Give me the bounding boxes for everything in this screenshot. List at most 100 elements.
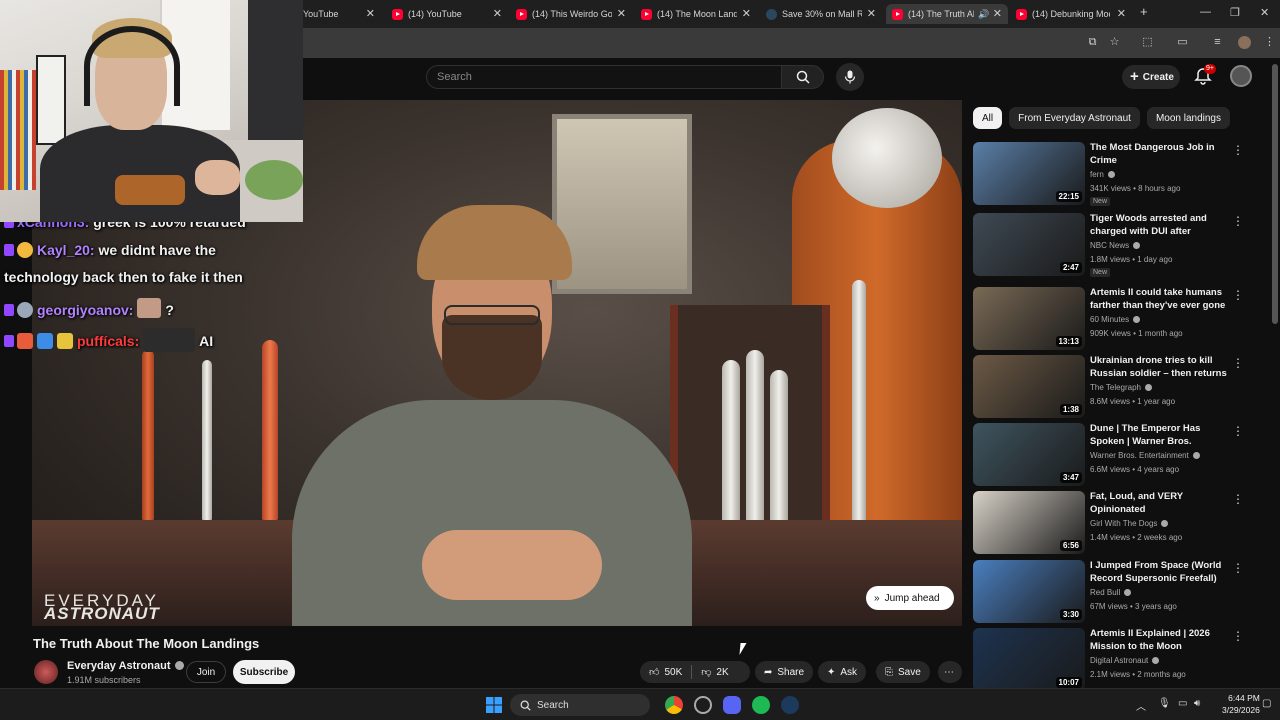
recommendation-channel[interactable]: fern [1090,170,1115,179]
recommendation-channel[interactable]: Girl With The Dogs [1090,519,1169,528]
microphone-tray-icon[interactable]: 🎙︎ [1158,698,1171,709]
channel-name[interactable]: Everyday Astronaut [67,660,171,672]
chip-all[interactable]: All [973,107,1003,129]
search-button[interactable] [782,65,824,89]
new-tab-button[interactable]: + [1140,4,1148,19]
channel-avatar[interactable] [34,660,58,684]
tray-chevron-icon[interactable]: ︿ [1136,698,1146,713]
more-actions-button[interactable]: ⋯ [938,661,962,683]
channel-name[interactable]: NBC News [1090,241,1129,250]
extensions-icon[interactable]: ⬚ [1141,36,1154,49]
page-scrollbar[interactable] [1272,60,1278,684]
subscribe-button[interactable]: Subscribe [233,660,295,684]
recommendation-item[interactable]: 6:56 Fat, Loud, and VERY Opinionated Girl … [973,491,1268,555]
more-vertical-icon[interactable]: ⋮ [1232,357,1244,371]
browser-tab-active[interactable]: (14) The Truth Ab 🔊 ✕ [886,4,1008,24]
browser-tab[interactable]: YouTube ✕ [303,4,381,24]
more-vertical-icon[interactable]: ⋮ [1232,215,1244,229]
create-button[interactable]: + Create [1122,65,1180,89]
browser-menu-icon[interactable]: ⋮ [1263,36,1276,49]
channel-name[interactable]: Warner Bros. Entertainment [1090,451,1189,460]
more-vertical-icon[interactable]: ⋮ [1232,493,1244,507]
voice-search-button[interactable] [836,63,864,91]
windows-start-icon[interactable] [485,696,503,714]
recommendation-title[interactable]: The Most Dangerous Job in Crime [1090,142,1230,167]
speaker-icon[interactable]: 🔊 [978,9,989,20]
close-tab-icon[interactable]: ✕ [366,7,375,20]
channel-name[interactable]: Red Bull [1090,588,1120,597]
recommendation-item[interactable]: 13:13 Artemis II could take humans farthe… [973,287,1268,351]
recommendation-item[interactable]: 2:47 Tiger Woods arrested and charged wit… [973,213,1268,277]
ask-button[interactable]: ✦ Ask [818,661,867,683]
video-thumbnail[interactable]: 1:38 [973,355,1085,418]
save-button[interactable]: ⎘ Save [876,661,930,683]
jump-ahead-button[interactable]: » Jump ahead [866,586,954,610]
recommendation-title[interactable]: Dune | The Emperor Has Spoken | Warner B… [1090,423,1230,449]
close-window-icon[interactable]: ✕ [1260,6,1269,19]
browser-tab[interactable]: (14) The Moon Landin ✕ [641,4,757,24]
notification-center-icon[interactable]: ▢ [1262,698,1271,709]
recommendation-item[interactable]: 10:07 Artemis II Explained | 2026 Mission… [973,628,1268,692]
recommendation-title[interactable]: Tiger Woods arrested and charged with DU… [1090,213,1230,239]
recommendation-title[interactable]: Fat, Loud, and VERY Opinionated [1090,491,1230,516]
minimize-icon[interactable]: — [1200,6,1211,18]
install-icon[interactable]: ⧉ [1086,36,1099,49]
video-thumbnail[interactable]: 6:56 [973,491,1085,554]
video-thumbnail[interactable]: 10:07 [973,628,1085,691]
more-vertical-icon[interactable]: ⋮ [1232,425,1244,439]
obs-icon[interactable] [694,696,712,714]
more-vertical-icon[interactable]: ⋮ [1232,289,1244,303]
more-vertical-icon[interactable]: ⋮ [1232,144,1244,158]
recommendation-item[interactable]: 22:15 The Most Dangerous Job in Crime fern… [973,142,1268,206]
chip-topic[interactable]: Moon landings [1146,107,1230,129]
recommendation-channel[interactable]: Red Bull [1090,588,1132,597]
recommendation-channel[interactable]: Warner Bros. Entertainment [1090,451,1200,460]
profile-avatar-icon[interactable] [1238,36,1251,49]
volume-icon[interactable]: 🔊︎ [1194,698,1200,709]
video-thumbnail[interactable]: 3:47 [973,423,1085,486]
spotify-icon[interactable] [752,696,770,714]
network-icon[interactable]: ▭ [1178,698,1187,709]
chip-from-channel[interactable]: From Everyday Astronaut [1009,107,1140,129]
thumbs-down-icon[interactable]: 👎︎ [701,666,711,678]
channel-name[interactable]: 60 Minutes [1090,315,1129,324]
search-input[interactable]: Search [426,65,782,89]
cast-icon[interactable]: ▭ [1176,36,1189,49]
channel-name[interactable]: The Telegraph [1090,383,1141,392]
video-thumbnail[interactable]: 22:15 [973,142,1085,205]
recommendation-title[interactable]: Artemis II Explained | 2026 Mission to t… [1090,628,1230,653]
recommendation-item[interactable]: 1:38 Ukrainian drone tries to kill Russia… [973,355,1268,419]
close-tab-icon[interactable]: ✕ [493,7,502,20]
recommendation-item[interactable]: 3:30 I Jumped From Space (World Record Su… [973,560,1268,624]
recommendation-channel[interactable]: 60 Minutes [1090,315,1141,324]
steam-icon[interactable] [781,696,799,714]
close-tab-icon[interactable]: ✕ [742,7,751,20]
more-vertical-icon[interactable]: ⋮ [1232,562,1244,576]
bookmark-star-icon[interactable]: ☆ [1108,36,1121,49]
browser-tab[interactable]: (14) Debunking Moo ✕ [1016,4,1132,24]
channel-name[interactable]: Digital Astronaut [1090,656,1148,665]
channel-name[interactable]: fern [1090,170,1104,179]
recommendation-channel[interactable]: NBC News [1090,241,1141,250]
taskbar-search[interactable]: Search [510,694,650,716]
video-thumbnail[interactable]: 3:30 [973,560,1085,623]
join-button[interactable]: Join [186,661,226,683]
address-bar[interactable]: ⧉ ☆ ⬚ ▭ ≡ ⋮ [303,28,1280,58]
recommendation-item[interactable]: 3:47 Dune | The Emperor Has Spoken | Warn… [973,423,1268,487]
close-tab-icon[interactable]: ✕ [617,7,626,20]
channel-name-row[interactable]: Everyday Astronaut [67,660,184,672]
close-tab-icon[interactable]: ✕ [867,7,876,20]
chrome-icon[interactable] [665,696,683,714]
browser-tab[interactable]: (14) This Weirdo Got ✕ [516,4,632,24]
share-button[interactable]: ➦ Share [755,661,814,683]
taskbar-clock[interactable]: 6:44 PM 3/29/2026 [1222,692,1260,716]
account-avatar[interactable] [1230,65,1252,87]
video-thumbnail[interactable]: 2:47 [973,213,1085,276]
recommendation-title[interactable]: Artemis II could take humans farther tha… [1090,287,1230,313]
dislike-count[interactable]: 2K [716,667,728,678]
close-tab-icon[interactable]: ✕ [993,7,1002,20]
more-vertical-icon[interactable]: ⋮ [1232,630,1244,644]
browser-tab[interactable]: (14) YouTube ✕ [392,4,508,24]
channel-name[interactable]: Girl With The Dogs [1090,519,1157,528]
close-tab-icon[interactable]: ✕ [1117,7,1126,20]
